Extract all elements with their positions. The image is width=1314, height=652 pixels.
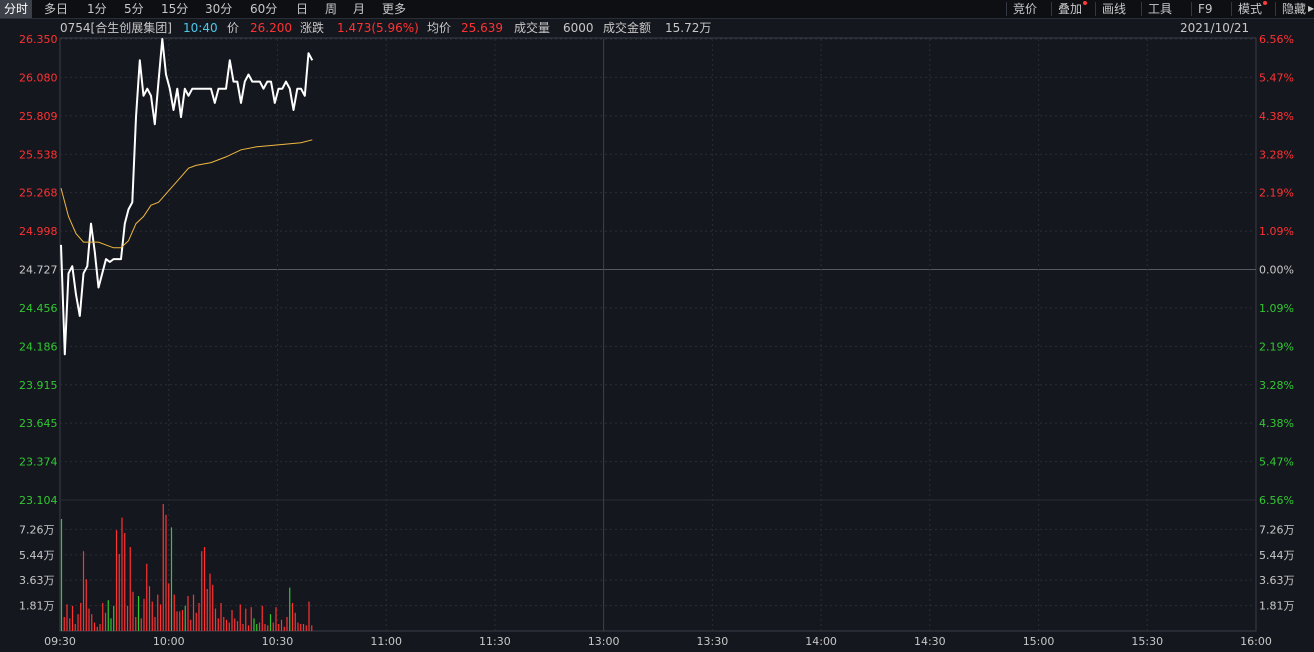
price-tick-label: 26.080 <box>19 71 58 84</box>
time-tick-label: 10:30 <box>262 635 294 648</box>
time-tick-label: 14:30 <box>914 635 946 648</box>
volume-tick-label: 1.81万 <box>19 600 55 613</box>
time-tick-label: 16:00 <box>1240 635 1272 648</box>
pct-tick-label: 6.56% <box>1259 33 1294 46</box>
volume-tick-label: 5.44万 <box>1259 549 1295 562</box>
time-tick-label: 13:00 <box>588 635 620 648</box>
price-tick-label: 25.538 <box>19 148 58 161</box>
time-tick-label: 10:00 <box>153 635 185 648</box>
price-tick-label: 23.645 <box>19 417 58 430</box>
price-line <box>60 38 314 356</box>
time-tick-label: 14:00 <box>805 635 837 648</box>
pct-tick-label: 2.19% <box>1259 187 1294 200</box>
price-tick-label: 26.350 <box>19 33 58 46</box>
pct-tick-label: 1.09% <box>1259 225 1294 238</box>
time-tick-label: 15:30 <box>1131 635 1163 648</box>
intraday-chart: 26.350 6.56% 26.080 5.47% 25.809 4.38% 25.538 3… <box>19 33 1295 648</box>
price-tick-label: 24.727 <box>19 264 58 277</box>
pct-tick-label: 3.28% <box>1259 379 1294 392</box>
price-tick-label: 23.374 <box>19 456 58 469</box>
time-tick-label: 13:30 <box>697 635 729 648</box>
volume-tick-label: 3.63万 <box>1259 574 1295 587</box>
pct-tick-label: 0.00% <box>1259 264 1294 277</box>
chart-frame <box>59 37 1257 632</box>
pct-tick-label: 3.28% <box>1259 148 1294 161</box>
pct-tick-label: 5.47% <box>1259 456 1294 469</box>
time-tick-label: 09:30 <box>44 635 76 648</box>
price-tick-label: 25.809 <box>19 110 58 123</box>
pct-tick-label: 1.09% <box>1259 302 1294 315</box>
price-tick-label: 23.104 <box>19 494 58 507</box>
price-tick-label: 24.456 <box>19 302 58 315</box>
average-price-line <box>60 139 313 249</box>
time-tick-label: 15:00 <box>1023 635 1055 648</box>
price-tick-label: 24.186 <box>19 340 58 353</box>
volume-tick-label: 5.44万 <box>19 549 55 562</box>
pct-tick-label: 5.47% <box>1259 71 1294 84</box>
pct-tick-label: 2.19% <box>1259 340 1294 353</box>
price-tick-label: 24.998 <box>19 225 58 238</box>
time-tick-label: 11:30 <box>479 635 511 648</box>
volume-tick-label: 3.63万 <box>19 574 55 587</box>
price-tick-label: 23.915 <box>19 379 58 392</box>
volume-tick-label: 7.26万 <box>1259 523 1295 536</box>
time-tick-label: 11:00 <box>370 635 402 648</box>
pct-tick-label: 4.38% <box>1259 417 1294 430</box>
price-tick-label: 25.268 <box>19 187 58 200</box>
volume-tick-label: 7.26万 <box>19 523 55 536</box>
volume-tick-label: 1.81万 <box>1259 600 1295 613</box>
pct-tick-label: 4.38% <box>1259 110 1294 123</box>
pct-tick-label: 6.56% <box>1259 494 1294 507</box>
